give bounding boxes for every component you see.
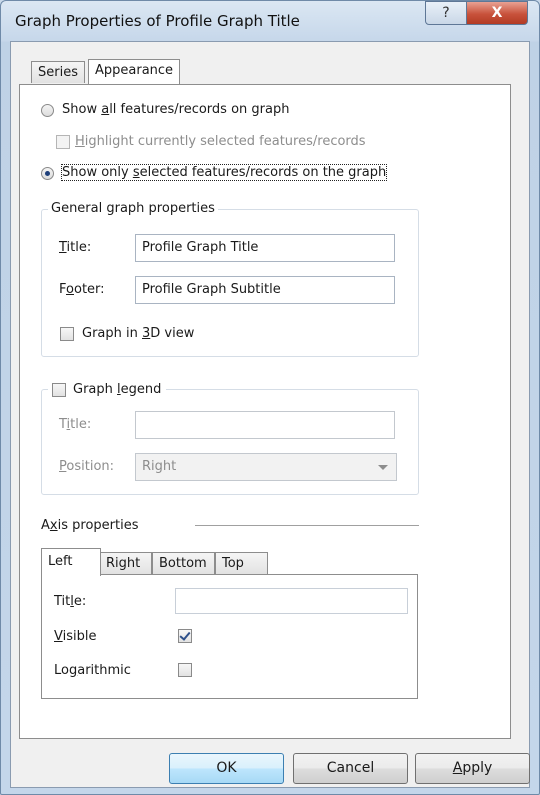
- graph-footer-input[interactable]: Profile Graph Subtitle: [135, 276, 395, 304]
- radio-show-all[interactable]: [41, 104, 54, 117]
- help-icon: ?: [442, 5, 450, 21]
- radio-show-selected[interactable]: [41, 167, 54, 180]
- graph-legend-checkbox[interactable]: [52, 383, 66, 397]
- apply-button[interactable]: Apply: [415, 753, 530, 784]
- graph-title-input[interactable]: Profile Graph Title: [135, 234, 395, 262]
- axis-tab-bottom[interactable]: Bottom: [152, 552, 215, 574]
- radio-show-all-label[interactable]: Show all features/records on graph: [62, 102, 289, 117]
- graph-title-label: Title:: [59, 240, 92, 255]
- ok-button[interactable]: OK: [169, 753, 284, 784]
- graph-3d-view-label[interactable]: Graph in 3D view: [82, 326, 194, 341]
- radio-show-selected-label[interactable]: Show only selected features/records on t…: [60, 164, 388, 181]
- axis-logarithmic-label: Logarithmic: [54, 663, 131, 678]
- window-title: Graph Properties of Profile Graph Title: [15, 12, 300, 30]
- close-icon: X: [491, 5, 503, 21]
- axis-title-input[interactable]: [175, 588, 408, 614]
- tab-series-label: Series: [38, 65, 78, 80]
- axis-tab-right-label: Right: [106, 556, 141, 571]
- graph-3d-view-checkbox[interactable]: [60, 327, 74, 341]
- general-graph-properties-title: General graph properties: [48, 201, 218, 216]
- axis-tab-left-label: Left: [48, 554, 73, 569]
- axis-tab-bottom-label: Bottom: [159, 556, 207, 571]
- tab-series[interactable]: Series: [31, 61, 85, 83]
- title-bar[interactable]: Graph Properties of Profile Graph Title …: [1, 1, 539, 41]
- help-button[interactable]: ?: [425, 1, 467, 25]
- cancel-button[interactable]: Cancel: [293, 753, 408, 784]
- legend-position-value: Right: [142, 459, 177, 474]
- legend-position-select[interactable]: Right: [135, 453, 397, 481]
- legend-position-label: Position:: [59, 459, 115, 474]
- axis-tab-join: [42, 573, 100, 576]
- chevron-down-icon: [378, 465, 388, 470]
- axis-title-label: Title:: [54, 594, 87, 609]
- axis-tab-top[interactable]: Top: [215, 552, 268, 574]
- tab-appearance-label: Appearance: [95, 63, 174, 78]
- axis-tab-right[interactable]: Right: [99, 552, 152, 574]
- close-button[interactable]: X: [466, 1, 528, 25]
- axis-visible-label: Visible: [54, 629, 97, 644]
- axis-tab-left[interactable]: Left: [41, 548, 101, 576]
- axis-visible-checkbox[interactable]: [178, 629, 192, 643]
- dialog-window: Graph Properties of Profile Graph Title …: [0, 0, 540, 795]
- axis-logarithmic-checkbox[interactable]: [178, 663, 192, 677]
- tab-appearance[interactable]: Appearance: [88, 59, 181, 84]
- legend-title-input[interactable]: [135, 411, 395, 439]
- axis-properties-heading: Axis properties: [41, 518, 139, 533]
- axis-properties-divider: [195, 525, 419, 526]
- highlight-selected-label: Highlight currently selected features/re…: [75, 134, 366, 149]
- graph-legend-label[interactable]: Graph legend: [73, 382, 161, 397]
- graph-footer-label: Footer:: [59, 282, 105, 297]
- legend-title-label: Title:: [59, 417, 92, 432]
- highlight-selected-checkbox[interactable]: [56, 135, 70, 149]
- axis-tab-top-label: Top: [222, 556, 244, 571]
